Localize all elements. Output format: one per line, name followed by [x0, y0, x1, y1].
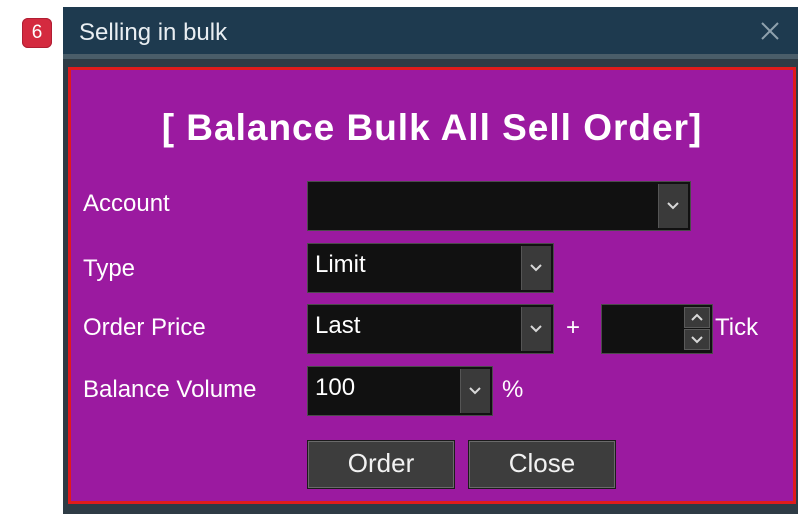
stepper-down-icon[interactable]	[684, 329, 710, 350]
type-value: Limit	[315, 251, 366, 278]
close-icon[interactable]	[756, 17, 784, 45]
dialog-window: Selling in bulk [ Balance Bulk All Sell …	[63, 7, 798, 514]
tick-label: Tick	[715, 314, 759, 341]
account-dropdown[interactable]	[307, 181, 691, 231]
order-button[interactable]: Order	[307, 440, 455, 489]
order-price-value: Last	[315, 312, 361, 339]
balance-volume-label: Balance Volume	[83, 376, 257, 403]
account-label: Account	[83, 190, 170, 217]
order-panel: [ Balance Bulk All Sell Order] Account T…	[68, 67, 796, 504]
type-dropdown[interactable]: Limit	[307, 243, 554, 293]
title-bar: Selling in bulk	[63, 7, 798, 59]
plus-sign: +	[566, 314, 581, 341]
stepper-up-icon[interactable]	[684, 307, 710, 328]
type-label: Type	[83, 255, 136, 282]
window-title: Selling in bulk	[79, 19, 228, 46]
chevron-down-icon[interactable]	[460, 369, 490, 413]
chevron-down-icon[interactable]	[658, 184, 688, 228]
balance-volume-dropdown[interactable]: 100	[307, 366, 493, 416]
panel-heading: [ Balance Bulk All Sell Order]	[161, 107, 703, 148]
order-price-label: Order Price	[83, 314, 206, 341]
chevron-down-icon[interactable]	[521, 307, 551, 351]
tick-stepper[interactable]	[601, 304, 713, 354]
close-button[interactable]: Close	[468, 440, 616, 489]
percent-unit: %	[502, 376, 524, 403]
step-number-badge: 6	[22, 18, 52, 48]
order-price-dropdown[interactable]: Last	[307, 304, 554, 354]
stepper-buttons	[684, 307, 710, 350]
chevron-down-icon[interactable]	[521, 246, 551, 290]
balance-volume-value: 100	[315, 374, 356, 401]
